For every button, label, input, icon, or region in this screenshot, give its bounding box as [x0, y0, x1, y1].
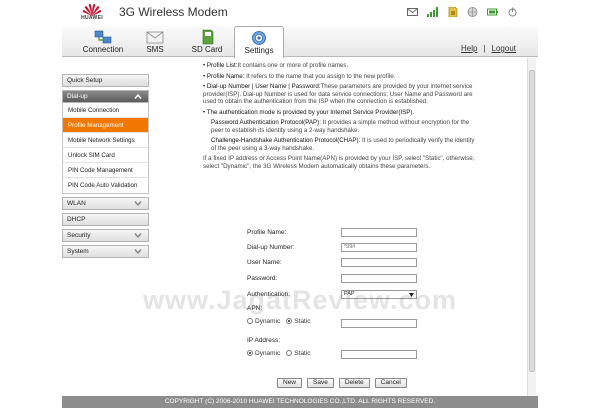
power-icon[interactable]	[507, 7, 518, 17]
help-dialup-credentials: Dial-up Number | User Name | Password:Th…	[203, 83, 478, 106]
nav-separator: |	[483, 44, 486, 53]
password-label: Password:	[247, 275, 278, 282]
sd-card-icon	[202, 29, 214, 45]
sidebar-label: Quick Setup	[67, 77, 103, 84]
ip-address-label: IP Address:	[247, 337, 281, 344]
help-authentication: The authentication mode is provided by y…	[203, 109, 478, 117]
ip-dynamic-option[interactable]: Dynamic	[247, 350, 280, 357]
sidebar-item-pin-code-auto-validation[interactable]: PIN Code Auto Validation	[63, 178, 148, 193]
footer-copyright: COPYRIGHT (C) 2006-2010 HUAWEI TECHNOLOG…	[62, 396, 538, 408]
sim-icon	[448, 7, 458, 17]
help-text: Profile List:It contains one or more of …	[203, 62, 478, 173]
sms-icon	[146, 31, 164, 44]
user-name-input[interactable]	[341, 258, 417, 267]
delete-button[interactable]: Delete	[338, 378, 370, 388]
sidebar-dialup[interactable]: Dial-up	[62, 90, 149, 103]
apn-dynamic-radio[interactable]	[247, 318, 253, 324]
dialup-number-input[interactable]: *99#	[341, 243, 417, 252]
sidebar-item-unlock-sim-card[interactable]: Unlock SIM Card	[63, 148, 148, 163]
tab-connection[interactable]: Connection	[78, 26, 128, 57]
apn-input[interactable]	[341, 319, 417, 328]
content-scrollbar[interactable]	[527, 58, 536, 396]
tab-label: SD Card	[191, 45, 223, 54]
form-buttons: New Save Delete Cancel	[277, 378, 407, 388]
chevron-down-icon	[134, 201, 142, 207]
help-chap: Challenge-Handshake Authentication Proto…	[211, 137, 475, 152]
sidebar-system[interactable]: System	[62, 245, 149, 258]
profile-management-panel: Profile List:It contains one or more of …	[153, 58, 536, 396]
tab-settings[interactable]: Settings	[234, 26, 284, 58]
app-title: 3G Wireless Modem	[119, 5, 228, 19]
settings-sidebar: Quick Setup Dial-up Mobile Connection Pr…	[62, 66, 149, 261]
settings-gear-icon	[252, 31, 266, 45]
chevron-up-icon	[134, 93, 142, 99]
tab-sd-card[interactable]: SD Card	[182, 26, 232, 57]
new-button[interactable]: New	[277, 378, 303, 388]
sidebar-label: WLAN	[67, 200, 86, 207]
profile-name-input[interactable]	[341, 228, 417, 237]
profile-name-label: Profile Name:	[247, 229, 287, 236]
apn-static-radio[interactable]	[286, 318, 293, 324]
apn-mode-group: Dynamic Static	[247, 318, 311, 325]
ip-dynamic-radio[interactable]	[247, 350, 253, 356]
main-navigation: Connection SMS SD Card Settings Help | L…	[62, 26, 538, 58]
dialup-submenu: Mobile Connection Profile Management Mob…	[62, 103, 149, 194]
cancel-button[interactable]: Cancel	[374, 378, 407, 388]
help-link[interactable]: Help	[461, 44, 477, 53]
ip-address-input[interactable]	[341, 350, 417, 359]
help-pap: Password Authentication Protocol(PAP): I…	[211, 119, 470, 134]
sidebar-item-mobile-network-settings[interactable]: Mobile Network Settings	[63, 133, 148, 148]
sidebar-label: Dial-up	[67, 93, 88, 100]
tab-label: Connection	[82, 45, 124, 54]
help-static-dynamic: If a fixed IP address or Access Point Na…	[203, 155, 475, 170]
sidebar-item-profile-management[interactable]: Profile Management	[63, 118, 148, 133]
sidebar-security[interactable]: Security	[62, 229, 149, 242]
sidebar-label: Security	[67, 232, 91, 239]
tab-sms[interactable]: SMS	[130, 26, 180, 57]
sidebar-quick-setup[interactable]: Quick Setup	[62, 74, 149, 87]
chevron-down-icon	[134, 249, 142, 255]
sidebar-dhcp[interactable]: DHCP	[62, 213, 149, 226]
help-profile-name: Profile Name: It refers to the name that…	[203, 73, 478, 81]
tab-label: SMS	[146, 45, 164, 54]
help-profile-list: Profile List:It contains one or more of …	[203, 62, 478, 70]
signal-icon	[427, 7, 438, 17]
sidebar-label: DHCP	[67, 216, 86, 223]
header: HUAWEI 3G Wireless Modem	[0, 0, 600, 26]
nav-links: Help | Logout	[461, 44, 516, 53]
ip-static-radio[interactable]	[286, 350, 293, 356]
connection-icon	[94, 30, 112, 44]
user-name-label: User Name:	[247, 259, 282, 266]
apn-static-option[interactable]: Static	[286, 318, 311, 325]
brand-name: HUAWEI	[81, 15, 103, 21]
tab-label: Settings	[244, 46, 274, 55]
save-button[interactable]: Save	[307, 378, 334, 388]
globe-icon	[467, 7, 478, 17]
logout-link[interactable]: Logout	[492, 44, 516, 53]
battery-icon	[487, 8, 498, 16]
sidebar-item-pin-code-management[interactable]: PIN Code Management	[63, 163, 148, 178]
password-input[interactable]	[341, 274, 417, 283]
watermark: www.JagatReview.com	[142, 285, 458, 315]
mail-icon[interactable]	[407, 7, 418, 17]
chevron-down-icon	[134, 233, 142, 239]
dialup-number-label: Dial-up Number:	[247, 244, 295, 251]
apn-dynamic-option[interactable]: Dynamic	[247, 318, 280, 325]
sidebar-label: System	[67, 248, 89, 255]
ip-mode-group: Dynamic Static	[247, 350, 311, 357]
ip-static-option[interactable]: Static	[286, 350, 311, 357]
status-icons	[407, 5, 518, 19]
scrollbar-thumb[interactable]	[529, 70, 535, 372]
sidebar-wlan[interactable]: WLAN	[62, 197, 149, 210]
sidebar-item-mobile-connection[interactable]: Mobile Connection	[63, 103, 148, 118]
